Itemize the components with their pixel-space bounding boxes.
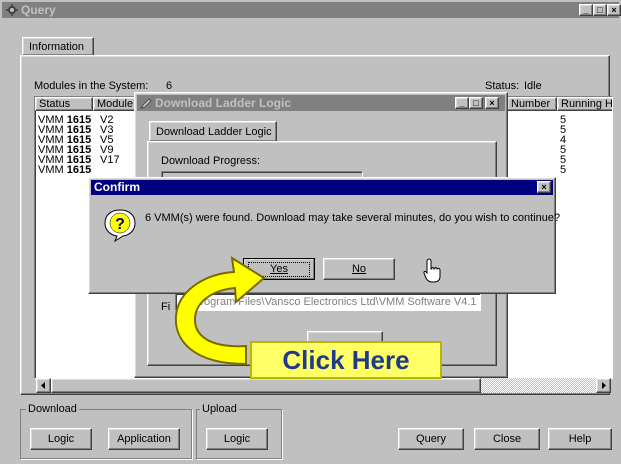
- download-maximize-button[interactable]: □: [469, 97, 483, 109]
- pencil-icon: [140, 97, 152, 109]
- maximize-button[interactable]: □: [593, 4, 607, 16]
- download-title-bar[interactable]: Download Ladder Logic _ □ ×: [137, 95, 505, 111]
- svg-text:?: ?: [115, 216, 125, 233]
- scroll-right-arrow-icon[interactable]: [596, 378, 611, 393]
- download-window-title: Download Ladder Logic: [155, 96, 292, 110]
- modules-label: Modules in the System:: [34, 80, 149, 92]
- minimize-button[interactable]: _: [579, 4, 593, 16]
- status-label: Status:: [485, 80, 520, 92]
- query-window-title: Query: [21, 3, 56, 17]
- close-button[interactable]: ×: [607, 4, 621, 16]
- download-application-button[interactable]: Application: [108, 428, 180, 450]
- table-row-module: V17: [100, 154, 120, 166]
- download-progress-label: Download Progress:: [161, 155, 261, 167]
- click-here-callout: Click Here: [250, 341, 442, 379]
- confirm-title-bar[interactable]: Confirm ×: [91, 180, 553, 195]
- tab-information[interactable]: Information: [22, 37, 94, 55]
- no-label: No: [351, 263, 367, 275]
- no-button[interactable]: No: [323, 258, 395, 280]
- download-close-button[interactable]: ×: [485, 97, 499, 109]
- tab-download-ladder-logic[interactable]: Download Ladder Logic: [149, 121, 277, 141]
- close-main-button[interactable]: Close: [474, 428, 540, 450]
- question-icon: ?: [103, 208, 137, 243]
- help-button[interactable]: Help: [548, 428, 612, 450]
- table-row[interactable]: VMM 1615: [38, 164, 91, 176]
- confirm-close-button[interactable]: ×: [537, 181, 551, 193]
- download-logic-button[interactable]: Logic: [30, 428, 92, 450]
- query-title-bar[interactable]: Query _ □ ×: [2, 2, 621, 18]
- table-row-running: 5: [560, 164, 567, 176]
- column-header-running[interactable]: Running H: [557, 97, 612, 111]
- status-value: Idle: [524, 80, 542, 92]
- column-header-status[interactable]: Status: [35, 97, 93, 111]
- tab-download-ladder-logic-label: Download Ladder Logic: [156, 126, 272, 138]
- query-button[interactable]: Query: [398, 428, 464, 450]
- scroll-left-arrow-icon[interactable]: [36, 378, 51, 393]
- download-minimize-button[interactable]: _: [455, 97, 469, 109]
- modules-count: 6: [166, 80, 173, 92]
- upload-logic-button[interactable]: Logic: [206, 428, 268, 450]
- tab-information-label: Information: [29, 41, 85, 53]
- hand-cursor-icon: [422, 258, 444, 284]
- column-header-number[interactable]: Number: [507, 97, 557, 111]
- download-group-label: Download: [26, 403, 79, 415]
- confirm-message: 6 VMM(s) were found. Download may take s…: [145, 212, 561, 224]
- upload-group-label: Upload: [200, 403, 239, 415]
- app-icon: [6, 4, 18, 16]
- scroll-thumb[interactable]: [51, 378, 481, 393]
- confirm-title: Confirm: [94, 180, 140, 194]
- click-here-text: Click Here: [282, 345, 410, 375]
- confirm-dialog: Confirm × ? 6 VMM(s) were found. Downloa…: [88, 177, 560, 294]
